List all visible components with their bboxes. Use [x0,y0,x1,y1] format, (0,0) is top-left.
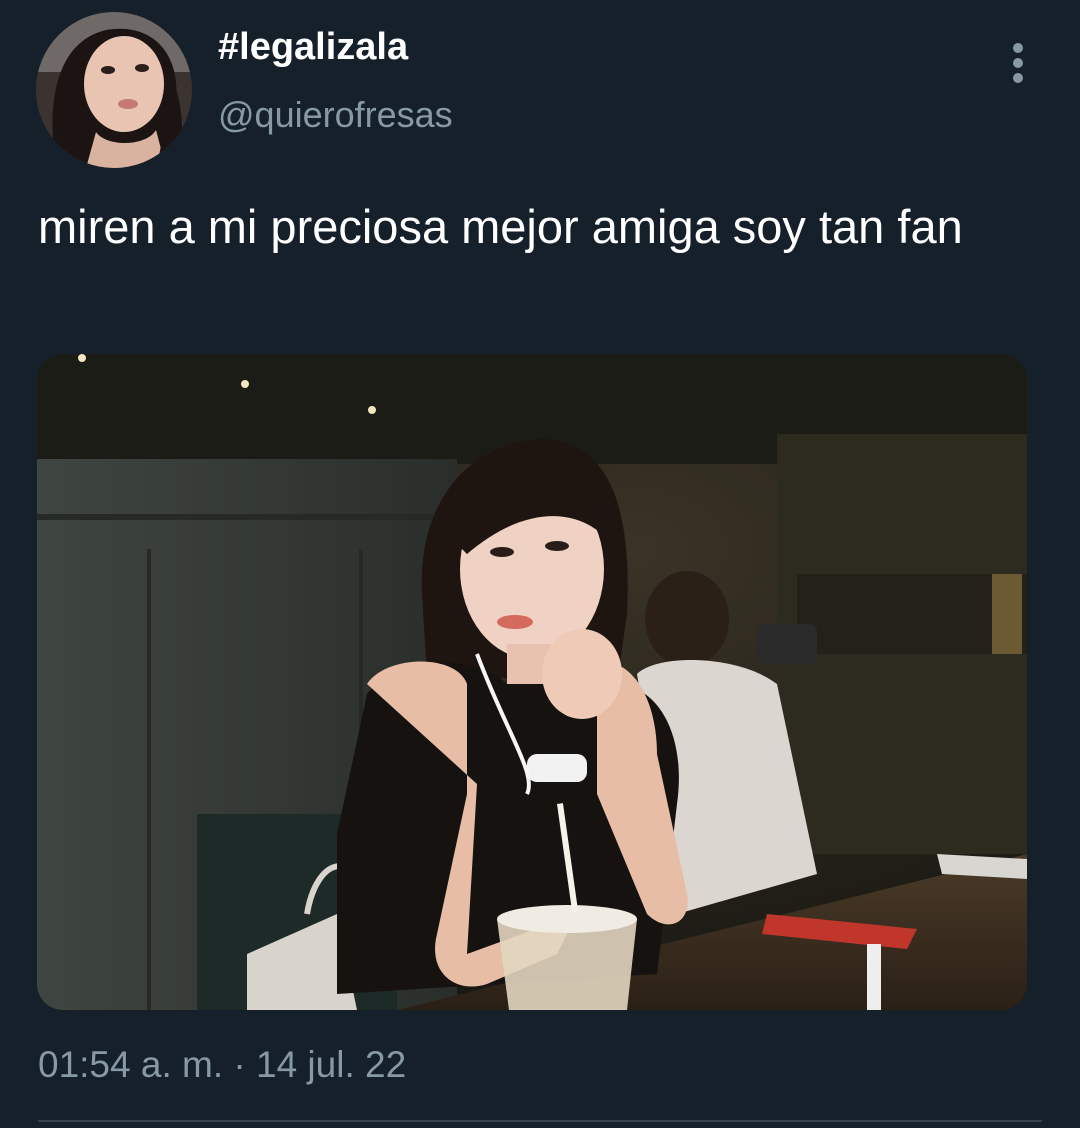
user-handle[interactable]: @quierofresas [218,94,453,136]
tweet-text: miren a mi preciosa mejor amiga soy tan … [38,200,963,253]
avatar-image [36,12,192,168]
tweet: #legalizala @quierofresas miren a mi pre… [0,0,1080,1128]
avatar[interactable] [36,12,192,168]
display-name[interactable]: #legalizala [218,26,408,69]
divider [38,1120,1042,1122]
photo-image [37,354,1027,1010]
tweet-timestamp[interactable]: 01:54 a. m. · 14 jul. 22 [38,1044,406,1086]
more-options-button[interactable] [998,38,1038,88]
vertical-ellipsis-icon [1013,43,1023,83]
tweet-photo[interactable] [37,354,1027,1010]
